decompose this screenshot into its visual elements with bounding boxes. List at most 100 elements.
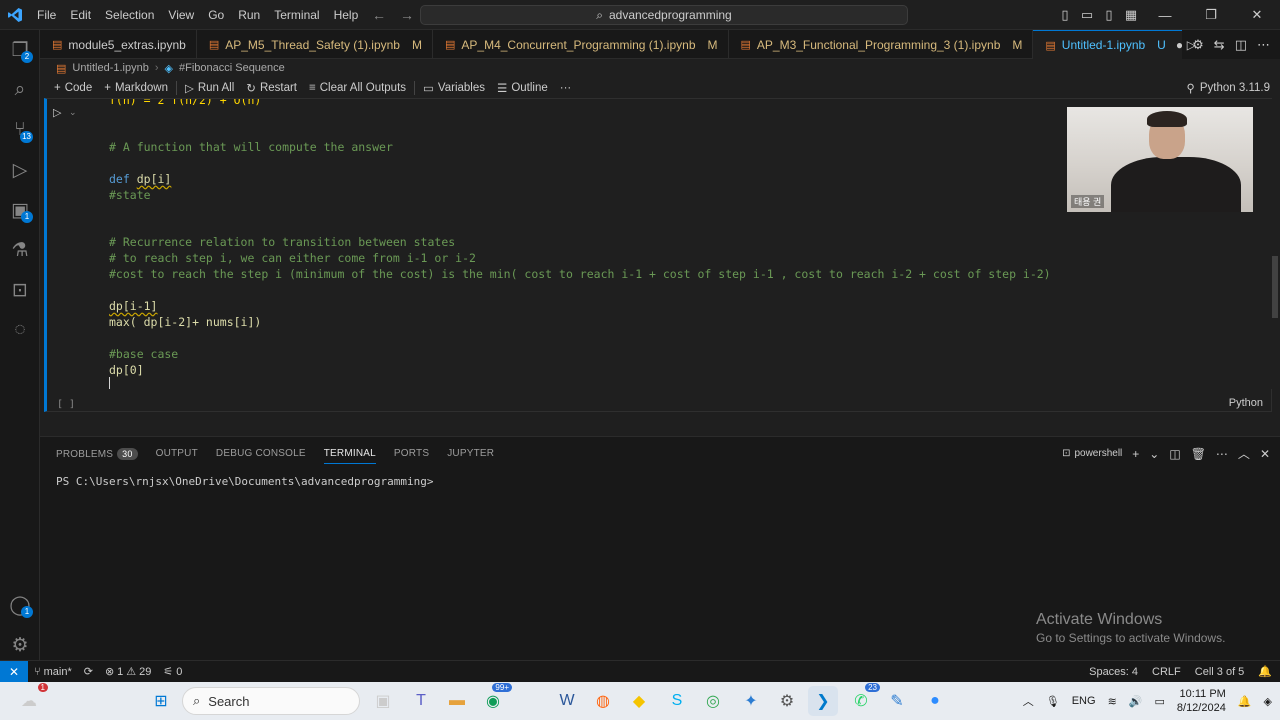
task-view-icon[interactable]: ▣ [368,686,398,716]
toggle-sidebar-icon[interactable]: ▯ [1054,7,1076,23]
forward-arrow-icon[interactable]: → [400,7,414,23]
menu-help[interactable]: Help [327,0,366,30]
language-indicator[interactable]: ENG [1072,695,1096,707]
clear-all-outputs-button[interactable]: ≡ Clear All Outputs [303,82,412,94]
back-arrow-icon[interactable]: ← [372,7,386,23]
breadcrumb-section[interactable]: #Fibonacci Sequence [179,62,285,74]
tab-terminal[interactable]: TERMINAL [323,448,376,464]
close-panel-icon[interactable]: ✕ [1260,447,1270,461]
new-terminal-icon[interactable]: + [1132,447,1139,461]
explorer-icon[interactable]: ❐ 2 [0,30,40,70]
tab-ports[interactable]: PORTS [394,448,429,459]
teams-icon[interactable]: T [406,686,436,716]
restore-icon[interactable]: ❐ [1188,7,1234,23]
whatsapp-icon[interactable]: ✆ 23 [846,683,880,716]
more-actions-icon[interactable]: ⋯ [1216,447,1228,461]
tab-ap-m3-functional-programming[interactable]: ▤ AP_M3_Functional_Programming_3 (1).ipy… [729,30,1034,59]
terminal-shell-selector[interactable]: ⊡ powershell [1062,448,1122,459]
branch-indicator[interactable]: ⑂ main* [28,666,78,678]
tab-jupyter[interactable]: JUPYTER [447,448,494,459]
testing-icon[interactable]: ⚗ [0,230,40,270]
wifi-icon[interactable]: ≋ [1108,695,1117,708]
cell-language[interactable]: Python [1229,397,1263,409]
kernel-picker[interactable]: ⚲ Python 3.11.9 [1186,78,1270,98]
compare-icon[interactable]: ⇆ [1214,37,1225,53]
firefox-icon[interactable]: ◍ [588,686,618,716]
ports-indicator[interactable]: ⚟ 0 [157,665,188,679]
split-terminal-icon[interactable]: ◫ [1169,447,1180,461]
eol-indicator[interactable]: CRLF [1152,666,1181,678]
jupyter-icon[interactable]: ◌ [0,310,40,350]
bell-icon[interactable]: 🔔 [1258,665,1272,678]
paint-icon[interactable]: ✎ [882,686,912,716]
outline-button[interactable]: ☰ Outline [491,81,554,95]
variables-button[interactable]: ▭ Variables [417,81,491,95]
problems-indicator[interactable]: ⊗ 1 ⚠ 29 [99,665,157,679]
extensions-icon[interactable]: ▣ 1 [0,190,40,230]
tab-ap-m5-thread-safety[interactable]: ▤ AP_M5_Thread_Safety (1).ipynb M [197,30,433,59]
chevron-down-icon[interactable]: ⌄ [69,107,77,118]
indentation-indicator[interactable]: Spaces: 4 [1089,666,1138,678]
run-file-icon[interactable]: ▷ [1187,30,1196,59]
settings-gear-icon[interactable]: ⚙ [772,686,802,716]
weather-widget-icon[interactable]: ☁ 1 [14,683,48,716]
word-icon[interactable]: W [552,686,582,716]
microphone-icon[interactable]: 🎙 [1046,695,1060,708]
maximize-panel-icon[interactable]: ︿ [1238,445,1250,462]
chevron-up-icon[interactable]: ︿ [1023,693,1034,709]
copilot-icon[interactable]: ◈ [1264,695,1272,708]
more-actions-icon[interactable]: ⋯ [1257,37,1270,53]
search-icon[interactable]: ⌕ [0,70,40,110]
menu-terminal[interactable]: Terminal [267,0,326,30]
cell-position-indicator[interactable]: Cell 3 of 5 [1195,666,1245,678]
notification-bell-icon[interactable]: 🔔 [1238,695,1252,708]
skype-icon[interactable]: S [662,686,692,716]
clock[interactable]: 10:11 PM 8/12/2024 [1177,687,1226,715]
add-markdown-cell-button[interactable]: + Markdown [98,82,174,94]
chevron-down-icon[interactable]: ⌄ [1149,447,1159,461]
tab-output[interactable]: OUTPUT [156,448,198,459]
zoom-icon[interactable]: ● [920,686,950,716]
vscode-taskbar-icon[interactable]: ❯ [808,686,838,716]
add-code-cell-button[interactable]: + Code [48,82,98,94]
volume-icon[interactable]: 🔊 [1129,695,1143,708]
settings-gear-icon[interactable]: ⚙ [0,625,40,665]
toggle-secondary-sidebar-icon[interactable]: ▯ [1098,7,1120,23]
run-all-button[interactable]: ▷ Run All [179,81,240,95]
run-debug-icon[interactable]: ▷ [0,150,40,190]
menu-view[interactable]: View [161,0,201,30]
tab-problems[interactable]: PROBLEMS 30 [56,447,138,460]
menu-edit[interactable]: Edit [63,0,98,30]
battery-icon[interactable]: ▭ [1154,695,1164,708]
menu-file[interactable]: File [30,0,63,30]
command-center[interactable]: ⌕ advancedprogramming [420,5,908,25]
split-editor-icon[interactable]: ◫ [1235,37,1247,53]
sync-icon[interactable]: ⟳ [78,665,99,678]
menu-go[interactable]: Go [201,0,231,30]
editor-scrollbar[interactable] [1272,256,1278,318]
network-app-icon[interactable]: ✦ [736,686,766,716]
tab-debug-console[interactable]: DEBUG CONSOLE [216,448,306,459]
more-toolbar-button[interactable]: ··· [554,82,578,94]
accounts-icon[interactable]: ◯ 1 [0,585,40,625]
trash-icon[interactable]: 🗑 [1191,447,1206,461]
remote-explorer-icon[interactable]: ⊡ [0,270,40,310]
chrome-icon[interactable]: ◎ [698,686,728,716]
source-control-icon[interactable]: ⑂ 13 [0,110,40,150]
tab-untitled-1[interactable]: ▤ Untitled-1.ipynb U ● [1033,30,1195,59]
run-cell-icon[interactable]: ▷ [53,106,61,119]
menu-selection[interactable]: Selection [98,0,161,30]
toggle-panel-icon[interactable]: ▭ [1076,7,1098,23]
menu-run[interactable]: Run [231,0,267,30]
terminal-prompt[interactable]: PS C:\Users\rnjsx\OneDrive\Documents\adv… [56,475,434,488]
tab-ap-m4-concurrent-programming[interactable]: ▤ AP_M4_Concurrent_Programming (1).ipynb… [433,30,729,59]
kakaotalk-icon[interactable]: ◆ [624,686,654,716]
remote-indicator-icon[interactable]: ✕ [0,661,28,682]
restart-button[interactable]: ↻ Restart [240,81,303,95]
taskbar-search[interactable]: ⌕ Search [182,687,360,715]
minimize-icon[interactable]: — [1142,8,1188,23]
tab-module5-extras[interactable]: ▤ module5_extras.ipynb [40,30,197,59]
edge-icon[interactable]: ◉ 99+ [478,683,512,716]
close-window-icon[interactable]: ✕ [1234,7,1280,23]
customize-layout-icon[interactable]: ▦ [1120,7,1142,23]
